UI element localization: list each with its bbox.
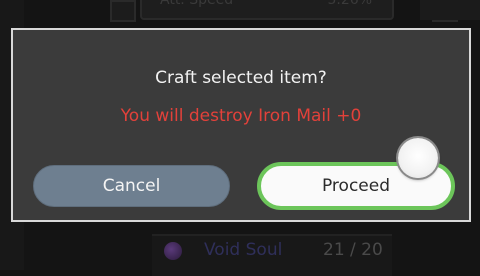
background-corner-panel [420, 0, 480, 20]
background-top-button [110, 0, 136, 22]
craft-confirm-dialog: Craft selected item? You will destroy Ir… [11, 28, 471, 222]
cancel-button-label: Cancel [102, 176, 161, 196]
background-soul-name: Void Soul [204, 240, 283, 260]
proceed-button-label: Proceed [321, 176, 391, 196]
background-soul-count: 21 / 20 [323, 240, 383, 260]
cancel-button[interactable]: Cancel [33, 165, 230, 207]
proceed-toggle-knob-icon[interactable] [398, 138, 438, 178]
background-stat-label: Att. Speed [160, 0, 234, 8]
dialog-title: Craft selected item? [155, 68, 327, 88]
void-soul-icon [164, 242, 182, 260]
background-stat-value: 5.26% [327, 0, 372, 8]
dialog-warning: You will destroy Iron Mail +0 [120, 106, 362, 126]
